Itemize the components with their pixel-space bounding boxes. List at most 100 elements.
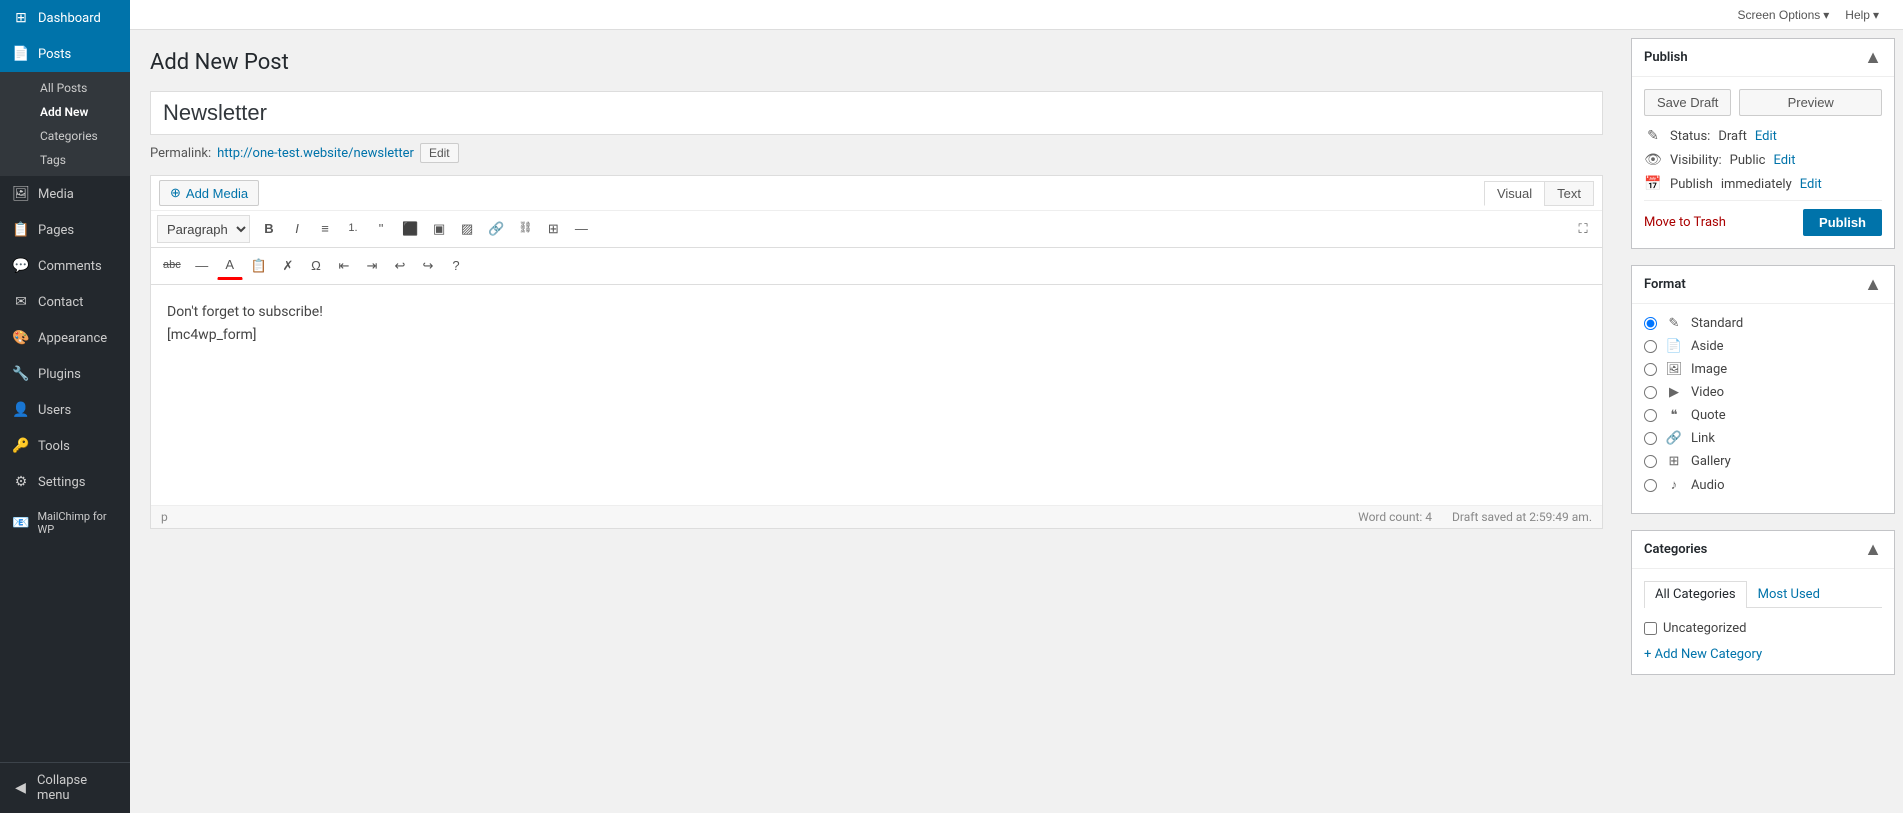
text-color-btn[interactable]: A xyxy=(217,252,243,280)
appearance-icon: 🎨 xyxy=(12,330,30,346)
format-radio-video[interactable] xyxy=(1644,386,1657,399)
help-editor-btn[interactable]: ? xyxy=(443,253,469,279)
permalink-url[interactable]: http://one-test.website/newsletter xyxy=(217,146,414,161)
add-media-btn[interactable]: ⊕ Add Media xyxy=(159,180,259,206)
editor-content[interactable]: Don't forget to subscribe! [mc4wp_form] xyxy=(151,285,1602,505)
status-label: Status: xyxy=(1670,129,1710,144)
sidebar-sub-all-posts[interactable]: All Posts xyxy=(30,76,130,100)
sidebar-item-comments[interactable]: 💬 Comments xyxy=(0,248,130,284)
indent-out-btn[interactable]: ⇤ xyxy=(331,253,357,279)
format-radio-quote[interactable] xyxy=(1644,409,1657,422)
link-btn[interactable]: 🔗 xyxy=(482,216,510,242)
p-tag-label: p xyxy=(161,510,168,524)
more-btn[interactable]: — xyxy=(568,216,594,242)
help-chevron-icon: ▾ xyxy=(1873,8,1879,22)
clear-btn[interactable]: ✗ xyxy=(275,253,301,279)
align-center-btn[interactable]: ▣ xyxy=(426,216,452,242)
format-radio-standard[interactable] xyxy=(1644,317,1657,330)
permalink-label: Permalink: xyxy=(150,146,211,161)
sidebar-item-plugins[interactable]: 🔧 Plugins xyxy=(0,356,130,392)
format-radio-image[interactable] xyxy=(1644,363,1657,376)
content-paragraph-2: [mc4wp_form] xyxy=(167,324,1586,346)
format-radio-audio[interactable] xyxy=(1644,479,1657,492)
bold-btn[interactable]: B xyxy=(256,216,282,242)
sidebar-item-tools[interactable]: 🔑 Tools xyxy=(0,428,130,464)
plugins-icon: 🔧 xyxy=(12,366,30,382)
cat-checkbox-uncategorized[interactable] xyxy=(1644,622,1657,635)
undo-btn[interactable]: ↩ xyxy=(387,253,413,279)
italic-btn[interactable]: I xyxy=(284,216,310,242)
sidebar-item-appearance[interactable]: 🎨 Appearance xyxy=(0,320,130,356)
post-title-input[interactable] xyxy=(150,91,1603,135)
status-value: Draft xyxy=(1718,129,1747,144)
status-icon: ✎ xyxy=(1644,128,1662,144)
content-area: Add New Post Permalink: http://one-test.… xyxy=(130,30,1903,813)
format-label-link: Link xyxy=(1691,431,1715,446)
ul-btn[interactable]: ≡ xyxy=(312,216,338,242)
cat-tab-all[interactable]: All Categories xyxy=(1644,581,1747,608)
paragraph-select[interactable]: Paragraph xyxy=(157,215,250,243)
format-option-standard: ✎ Standard xyxy=(1644,316,1882,331)
format-radio-link[interactable] xyxy=(1644,432,1657,445)
format-radio-aside[interactable] xyxy=(1644,340,1657,353)
sidebar-sub-add-new[interactable]: Add New xyxy=(30,100,130,124)
sidebar-item-settings[interactable]: ⚙ Settings xyxy=(0,464,130,500)
help-btn[interactable]: Help ▾ xyxy=(1837,8,1887,22)
format-meta-box-header[interactable]: Format ▲ xyxy=(1632,266,1894,304)
sidebar-item-pages[interactable]: 📋 Pages xyxy=(0,212,130,248)
users-icon: 👤 xyxy=(12,402,30,418)
publish-box-title: Publish xyxy=(1644,50,1688,65)
categories-meta-box-header[interactable]: Categories ▲ xyxy=(1632,531,1894,569)
sidebar-item-posts[interactable]: 📄 Posts xyxy=(0,36,130,72)
preview-btn[interactable]: Preview xyxy=(1739,89,1882,116)
format-option-gallery: ⊞ Gallery xyxy=(1644,454,1882,469)
publish-when-edit-link[interactable]: Edit xyxy=(1800,177,1822,192)
align-right-btn[interactable]: ▨ xyxy=(454,216,480,242)
sidebar-item-mailchimp[interactable]: 📧 MailChimp for WP xyxy=(0,500,130,546)
editor-top-toolbar: ⊕ Add Media Visual Text xyxy=(151,176,1602,211)
permalink-edit-btn[interactable]: Edit xyxy=(420,143,459,163)
blockquote-btn[interactable]: " xyxy=(368,216,394,242)
visibility-item: 👁 Visibility: Public Edit xyxy=(1644,152,1882,168)
paste-text-btn[interactable]: 📋 xyxy=(245,253,273,279)
publish-btn[interactable]: Publish xyxy=(1803,209,1882,236)
editor-mode-btns: Visual Text xyxy=(1484,181,1594,206)
sidebar-item-users[interactable]: 👤 Users xyxy=(0,392,130,428)
cat-tab-most-used[interactable]: Most Used xyxy=(1747,581,1831,607)
strikethrough-btn[interactable]: abc xyxy=(157,254,187,277)
publish-when-value: immediately xyxy=(1721,177,1792,192)
publish-box-toggle-icon: ▲ xyxy=(1864,47,1882,68)
screen-options-btn[interactable]: Screen Options ▾ xyxy=(1730,8,1838,22)
content-paragraph-1: Don't forget to subscribe! xyxy=(167,301,1586,323)
align-left-btn[interactable]: ⬛ xyxy=(396,216,424,242)
sidebar-sub-categories[interactable]: Categories xyxy=(30,124,130,148)
visual-mode-btn[interactable]: Visual xyxy=(1484,181,1544,206)
save-draft-btn[interactable]: Save Draft xyxy=(1644,89,1731,116)
hr-btn[interactable]: — xyxy=(189,253,215,279)
redo-btn[interactable]: ↪ xyxy=(415,253,441,279)
visibility-edit-link[interactable]: Edit xyxy=(1773,153,1795,168)
categories-list: Uncategorized xyxy=(1644,618,1882,639)
right-sidebar-inner: Publish ▲ Save Draft Preview ✎ Status: D… xyxy=(1623,30,1903,699)
comments-icon: 💬 xyxy=(12,258,30,274)
special-char-btn[interactable]: Ω xyxy=(303,253,329,279)
unlink-btn[interactable]: ⛓ xyxy=(512,217,538,240)
sidebar-item-label: Appearance xyxy=(38,331,107,346)
format-option-quote: ❝ Quote xyxy=(1644,408,1882,423)
text-mode-btn[interactable]: Text xyxy=(1544,181,1594,206)
publish-meta-box-header[interactable]: Publish ▲ xyxy=(1632,39,1894,77)
status-edit-link[interactable]: Edit xyxy=(1755,129,1777,144)
format-radio-gallery[interactable] xyxy=(1644,455,1657,468)
table-btn[interactable]: ⊞ xyxy=(540,216,566,242)
fullscreen-btn[interactable]: ⛶ xyxy=(1570,216,1596,242)
ol-btn[interactable]: 1. xyxy=(340,217,366,240)
sidebar-item-dashboard[interactable]: ⊞ Dashboard xyxy=(0,0,130,36)
collapse-menu-btn[interactable]: ◀ Collapse menu xyxy=(0,763,130,813)
add-category-link[interactable]: + Add New Category xyxy=(1644,647,1762,662)
sidebar-sub-tags[interactable]: Tags xyxy=(30,148,130,172)
move-trash-link[interactable]: Move to Trash xyxy=(1644,215,1726,230)
sidebar-item-media[interactable]: 🖼 Media xyxy=(0,176,130,212)
indent-in-btn[interactable]: ⇥ xyxy=(359,253,385,279)
sidebar-item-contact[interactable]: ✉ Contact xyxy=(0,284,130,320)
format-icon-aside: 📄 xyxy=(1665,339,1683,354)
